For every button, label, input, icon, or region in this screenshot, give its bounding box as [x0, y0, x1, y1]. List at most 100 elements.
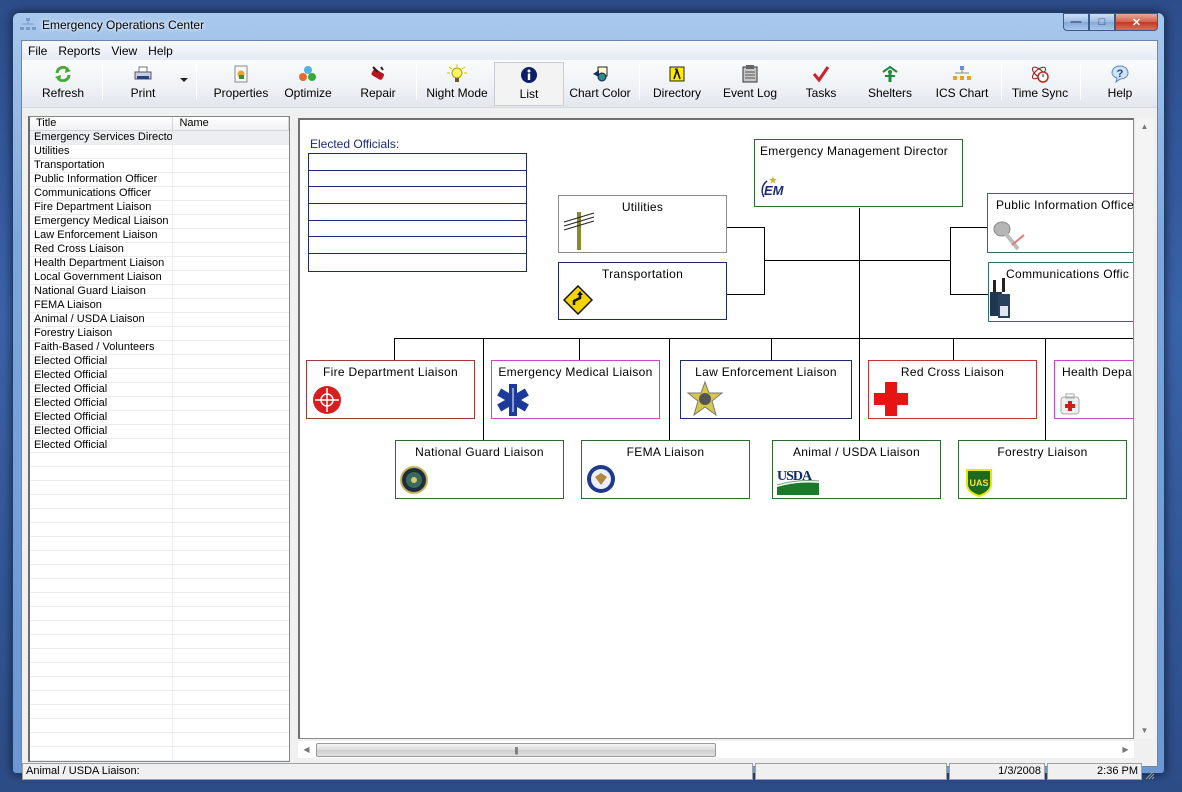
list-row[interactable]: Elected Official [30, 411, 289, 425]
resize-grip-icon[interactable] [1143, 768, 1155, 780]
ics-chart-button[interactable]: ICS Chart [932, 62, 992, 106]
empty-cell [30, 467, 174, 480]
empty-list-row [30, 607, 289, 621]
shelters-button[interactable]: Shelters [862, 62, 918, 106]
directory-button[interactable]: Directory [647, 62, 707, 106]
org-chart-canvas: Elected Officials: Emergency Management … [298, 118, 1134, 739]
node-law-enforcement-liaison[interactable]: Law Enforcement Liaison [680, 360, 852, 419]
node-public-information-officer[interactable]: Public Information Office [987, 193, 1133, 253]
refresh-button[interactable]: Refresh [32, 62, 94, 106]
elected-official-row[interactable] [309, 204, 526, 221]
empty-cell [30, 621, 174, 634]
list-row[interactable]: Elected Official [30, 425, 289, 439]
menu-reports[interactable]: Reports [57, 44, 107, 58]
elected-official-row[interactable] [309, 154, 526, 171]
chevron-up-icon: ▲ [1140, 122, 1149, 131]
list-row[interactable]: National Guard Liaison [30, 285, 289, 299]
node-animal-usda-liaison[interactable]: Animal / USDA Liaison USDA [772, 440, 941, 499]
directory-label: Directory [652, 86, 701, 100]
scroll-down-button[interactable]: ▼ [1136, 722, 1153, 739]
menu-view[interactable]: View [110, 44, 144, 58]
list-row[interactable]: Communications Officer [30, 187, 289, 201]
row-name [173, 327, 289, 340]
elected-officials-table[interactable] [308, 153, 527, 272]
node-utilities[interactable]: Utilities [558, 195, 727, 253]
event-log-button[interactable]: Event Log [720, 62, 780, 106]
list-row[interactable]: Utilities [30, 145, 289, 159]
maximize-button[interactable]: □ [1089, 13, 1115, 31]
list-row[interactable]: Transportation [30, 159, 289, 173]
scroll-left-button[interactable]: ◀ [298, 741, 315, 758]
node-transportation[interactable]: Transportation [558, 262, 727, 320]
title-bar[interactable]: Emergency Operations Center — □ ✕ [13, 13, 1164, 39]
minimize-button[interactable]: — [1063, 13, 1089, 31]
elected-official-row[interactable] [309, 171, 526, 188]
connector-line [483, 338, 484, 441]
list-row[interactable]: FEMA Liaison [30, 299, 289, 313]
list-row[interactable]: Elected Official [30, 439, 289, 453]
node-director[interactable]: Emergency Management Director EM [754, 139, 963, 207]
list-row[interactable]: Elected Official [30, 383, 289, 397]
print-button[interactable]: Print [122, 62, 164, 106]
list-row[interactable]: Forestry Liaison [30, 327, 289, 341]
list-row[interactable]: Emergency Services Director [30, 131, 289, 145]
vertical-scrollbar[interactable]: ▲ ▼ [1136, 118, 1154, 739]
chart-color-button[interactable]: Chart Color [567, 62, 633, 106]
night-mode-button[interactable]: Night Mode [423, 62, 491, 106]
list-row[interactable]: Faith-Based / Volunteers [30, 341, 289, 355]
row-title: Forestry Liaison [30, 327, 174, 340]
node-health-department-liaison[interactable]: Health Depa [1054, 360, 1133, 419]
position-list[interactable]: Title Name Emergency Services Director Ut… [28, 116, 290, 762]
elected-official-row[interactable] [309, 237, 526, 255]
list-row[interactable]: Elected Official [30, 355, 289, 369]
print-dropdown-arrow[interactable] [180, 78, 188, 82]
repair-button[interactable]: Repair [356, 62, 400, 106]
node-communications-officer[interactable]: Communications Offic [988, 262, 1133, 322]
empty-list-row [30, 691, 289, 705]
row-name [173, 229, 289, 242]
scroll-right-button[interactable]: ▶ [1117, 741, 1134, 758]
close-button[interactable]: ✕ [1115, 13, 1158, 31]
menu-help[interactable]: Help [147, 44, 180, 58]
empty-cell [173, 733, 289, 746]
column-header-title[interactable]: Title [30, 117, 174, 130]
node-red-cross-liaison[interactable]: Red Cross Liaison [868, 360, 1037, 419]
empty-cell [30, 607, 174, 620]
horizontal-scroll-thumb[interactable]: ||| [316, 743, 716, 757]
tasks-button[interactable]: Tasks [798, 62, 844, 106]
elected-official-row[interactable] [309, 187, 526, 205]
list-row[interactable]: Red Cross Liaison [30, 243, 289, 257]
list-row[interactable]: Law Enforcement Liaison [30, 229, 289, 243]
node-fema-liaison[interactable]: FEMA Liaison [581, 440, 750, 499]
horizontal-scrollbar[interactable]: ◀ ||| ▶ [298, 741, 1134, 758]
node-title: Health Depa [1062, 365, 1133, 379]
list-row[interactable]: Health Department Liaison [30, 257, 289, 271]
elected-official-row[interactable] [309, 221, 526, 238]
list-row[interactable]: Animal / USDA Liaison [30, 313, 289, 327]
node-forestry-liaison[interactable]: Forestry Liaison UAS [958, 440, 1127, 499]
node-national-guard-liaison[interactable]: National Guard Liaison [395, 440, 564, 499]
scroll-up-button[interactable]: ▲ [1136, 118, 1153, 135]
time-sync-button[interactable]: Time Sync [1010, 62, 1070, 106]
list-row[interactable]: Emergency Medical Liaison [30, 215, 289, 229]
row-title: Elected Official [30, 383, 174, 396]
list-row[interactable]: Public Information Officer [30, 173, 289, 187]
elected-official-row[interactable] [309, 254, 526, 271]
node-emergency-medical-liaison[interactable]: Emergency Medical Liaison [491, 360, 660, 419]
empty-cell [173, 467, 289, 480]
optimize-button[interactable]: Optimize [280, 62, 336, 106]
forest-service-shield-icon: UAS [966, 469, 992, 497]
menu-file[interactable]: File [27, 44, 54, 58]
list-row[interactable]: Fire Department Liaison [30, 201, 289, 215]
column-header-name[interactable]: Name [173, 117, 289, 130]
help-button[interactable]: ? Help [1100, 62, 1140, 106]
list-row[interactable]: Elected Official [30, 369, 289, 383]
list-button[interactable]: List [494, 62, 564, 106]
list-row[interactable]: Local Government Liaison [30, 271, 289, 285]
sheriff-badge-icon [686, 381, 724, 417]
properties-button[interactable]: Properties [206, 62, 276, 106]
empty-cell [30, 649, 174, 662]
node-fire-department-liaison[interactable]: Fire Department Liaison [306, 360, 475, 419]
connector-line [1045, 338, 1046, 441]
list-row[interactable]: Elected Official [30, 397, 289, 411]
